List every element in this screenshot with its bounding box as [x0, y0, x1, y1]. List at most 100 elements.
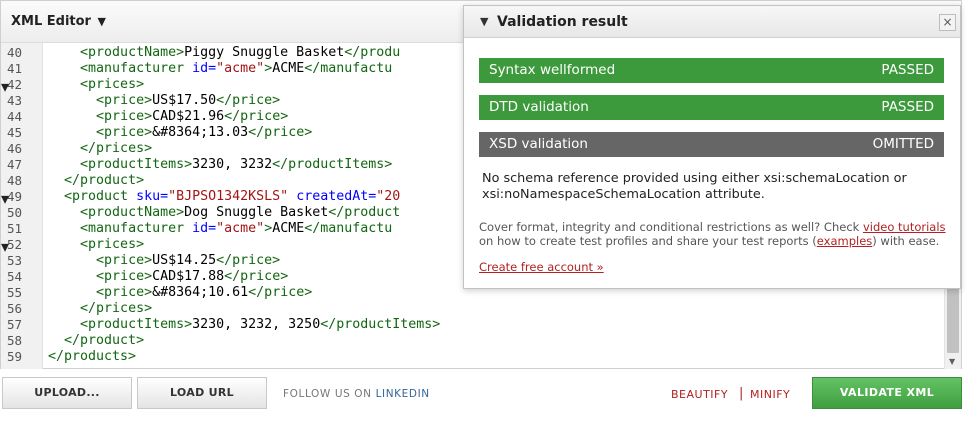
code-line[interactable]: <manufacturer id="acme">ACME</manufactu: [48, 221, 392, 237]
code-token: <price>: [96, 253, 153, 268]
code-line[interactable]: </prices>: [48, 141, 152, 157]
validation-panel-title: Validation result: [497, 14, 628, 30]
code-token: 3230, 3232, 3250: [192, 317, 321, 332]
code-token: <price>: [96, 93, 153, 108]
line-number-gutter: 40 41 42 ▾ 43 44 45 46 47 48 49 ▾ 50 51 52 ▾ 53 54 55 56 57 5…: [1, 43, 43, 369]
line-number: 43: [7, 93, 23, 108]
validation-result-panel: ▼ Validation result × Syntax wellformed …: [463, 5, 961, 289]
code-token: >: [264, 61, 273, 76]
code-token: </product>: [64, 173, 145, 188]
line-number: 48: [7, 173, 23, 188]
code-token: "BJPSO1342KSLS": [168, 189, 289, 204]
code-token: CAD$17.88: [152, 269, 225, 284]
scroll-down-arrow-icon[interactable]: ▼: [949, 357, 955, 366]
close-icon[interactable]: ×: [939, 14, 956, 31]
code-line[interactable]: <price>CAD$17.88</price>: [48, 269, 288, 285]
validation-panel-header: ▼ Validation result ×: [464, 6, 960, 38]
code-token: <productItems>: [80, 157, 193, 172]
code-line[interactable]: <price>CAD$21.96</price>: [48, 109, 288, 125]
upload-button[interactable]: UPLOAD...: [2, 377, 132, 409]
code-token: </price>: [216, 93, 281, 108]
code-token: Piggy Snuggle Basket: [184, 45, 345, 60]
code-line[interactable]: <productName>Piggy Snuggle Basket</produ: [48, 45, 400, 61]
code-line[interactable]: <prices>: [48, 237, 144, 253]
code-line[interactable]: <price>&#8364;10.61</price>: [48, 285, 312, 301]
code-token: </price>: [224, 109, 289, 124]
code-token: US$17.50: [152, 93, 217, 108]
examples-link[interactable]: examples: [817, 234, 873, 248]
code-line[interactable]: <manufacturer id="acme">ACME</manufactu: [48, 61, 392, 77]
video-tutorials-link[interactable]: video tutorials: [863, 220, 946, 234]
code-token: "acme": [216, 221, 265, 236]
result-label: Syntax wellformed: [489, 62, 616, 78]
code-line[interactable]: <price>&#8364;13.03</price>: [48, 125, 312, 141]
code-token: </price>: [248, 125, 313, 140]
load-url-button[interactable]: LOAD URL: [137, 377, 267, 409]
code-token: </prices>: [80, 141, 153, 156]
scrollbar-thumb[interactable]: [947, 279, 959, 353]
code-line[interactable]: </products>: [48, 349, 136, 365]
result-row-xsd: XSD validation OMITTED: [479, 132, 944, 157]
separator: |: [739, 386, 744, 401]
code-line[interactable]: <productName>Dog Snuggle Basket</product: [48, 205, 400, 221]
code-token: </manufactu: [304, 221, 393, 236]
line-number: 59: [7, 349, 23, 364]
code-token: <price>: [96, 109, 153, 124]
linkedin-link[interactable]: LINKEDIN: [376, 388, 430, 400]
code-token: </price>: [248, 285, 313, 300]
result-status: PASSED: [881, 99, 934, 115]
code-line[interactable]: </product>: [48, 333, 144, 349]
validate-xml-button[interactable]: VALIDATE XML: [812, 377, 962, 409]
code-token: </productItems>: [272, 157, 393, 172]
code-line[interactable]: <price>US$17.50</price>: [48, 93, 280, 109]
collapse-toggle-icon[interactable]: ▼: [480, 15, 488, 28]
beautify-button[interactable]: BEAUTIFY: [671, 388, 728, 401]
result-row-syntax: Syntax wellformed PASSED: [479, 58, 944, 83]
code-line[interactable]: <price>US$14.25</price>: [48, 253, 280, 269]
code-token: </product: [328, 205, 401, 220]
line-number: 54: [7, 269, 23, 284]
code-line[interactable]: <productItems>3230, 3232</productItems>: [48, 157, 392, 173]
line-number: 53: [7, 253, 23, 268]
code-token: </prices>: [80, 301, 153, 316]
code-token: createdAt=: [296, 189, 377, 204]
code-token: </product>: [64, 333, 145, 348]
code-token: sku=: [136, 189, 169, 204]
editor-title-label: XML Editor: [11, 14, 91, 29]
promo-text: ) with ease.: [872, 234, 940, 248]
chevron-down-icon: ▼: [97, 15, 106, 28]
create-account-link[interactable]: Create free account »: [479, 260, 604, 274]
line-number: 46: [7, 141, 23, 156]
code-token: id=: [192, 221, 217, 236]
minify-button[interactable]: MINIFY: [750, 388, 790, 401]
code-token: 3230, 3232: [192, 157, 273, 172]
code-token: "20: [376, 189, 401, 204]
line-number: 40: [7, 45, 23, 60]
code-line[interactable]: <productItems>3230, 3232, 3250</productI…: [48, 317, 440, 333]
code-line[interactable]: </prices>: [48, 301, 152, 317]
line-number: 55: [7, 285, 23, 300]
bottom-toolbar: UPLOAD... LOAD URL FOLLOW US ON LINKEDIN…: [0, 372, 974, 421]
promo-text: Cover format, integrity and conditional …: [479, 220, 863, 234]
editor-title-menu[interactable]: XML Editor ▼: [11, 14, 106, 29]
code-line[interactable]: <product sku="BJPSO1342KSLS" createdAt="…: [48, 189, 400, 205]
code-token: </price>: [216, 253, 281, 268]
code-token: <manufacturer: [80, 221, 193, 236]
line-number: 57: [7, 317, 23, 332]
code-token: </productItems>: [320, 317, 441, 332]
line-number: 41: [7, 61, 23, 76]
code-line[interactable]: </product>: [48, 173, 144, 189]
code-token: </produ: [344, 45, 401, 60]
code-line[interactable]: <prices>: [48, 77, 144, 93]
